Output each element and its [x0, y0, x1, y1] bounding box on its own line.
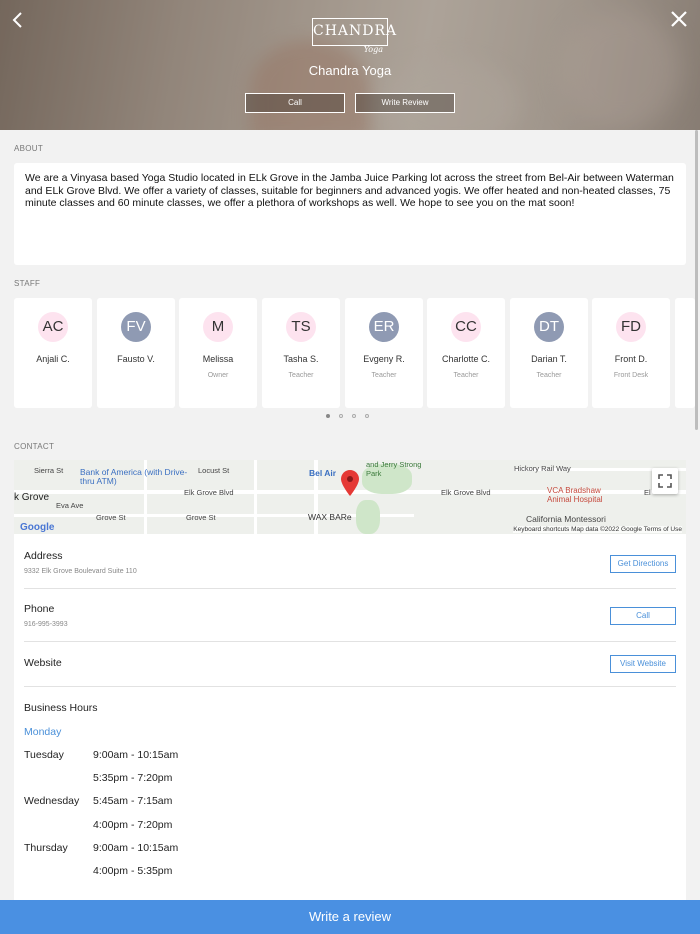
hours-day: Wednesday: [24, 795, 80, 807]
contact-label: CONTACT: [14, 442, 55, 451]
staff-role: Teacher: [371, 372, 397, 379]
website-row: Website Visit Website: [24, 643, 676, 687]
staff-carousel[interactable]: AC Anjali C. FV Fausto V. M Melissa Owne…: [14, 298, 700, 408]
avatar: AC: [38, 312, 68, 342]
staff-card[interactable]: M Melissa Owner: [179, 298, 257, 408]
address-value: 9332 Elk Grove Boulevard Suite 110: [24, 568, 137, 575]
phone-title: Phone: [24, 603, 55, 615]
close-icon[interactable]: [666, 6, 692, 32]
about-card: We are a Vinyasa based Yoga Studio locat…: [14, 163, 686, 265]
hours-time: 9:00am - 10:15am: [93, 842, 179, 854]
staff-card[interactable]: ER Evgeny R. Teacher: [345, 298, 423, 408]
map-attribution[interactable]: Keyboard shortcuts Map data ©2022 Google…: [513, 526, 682, 533]
staff-card[interactable]: TS Tasha S. Teacher: [262, 298, 340, 408]
staff-name: Front D.: [614, 354, 648, 364]
location-map[interactable]: Sierra St Bank of America (with Drive-th…: [14, 460, 686, 534]
avatar: CC: [451, 312, 481, 342]
staff-name: Anjali C.: [36, 354, 70, 364]
staff-name: Evgeny R.: [363, 354, 405, 364]
scroll-content[interactable]: ABOUT We are a Vinyasa based Yoga Studio…: [0, 130, 700, 900]
hours-day: Tuesday: [24, 749, 64, 761]
staff-card[interactable]: FV Fausto V.: [97, 298, 175, 408]
page-dot[interactable]: [339, 414, 343, 418]
logo-text: CHANDRA: [313, 23, 398, 39]
hero-header: CHANDRA Yoga Chandra Yoga Call Write Rev…: [0, 0, 700, 130]
hours-time: 5:45am - 7:15am: [93, 795, 173, 807]
avatar: ER: [369, 312, 399, 342]
staff-role: Teacher: [453, 372, 479, 379]
address-title: Address: [24, 550, 63, 562]
hours-time: 4:00pm - 5:35pm: [93, 865, 173, 877]
page-dot[interactable]: [352, 414, 356, 418]
call-button[interactable]: Call: [245, 93, 345, 113]
carousel-pagination[interactable]: [326, 414, 369, 418]
staff-name: Tasha S.: [283, 354, 319, 364]
get-directions-button[interactable]: Get Directions: [610, 555, 676, 573]
page-dot[interactable]: [365, 414, 369, 418]
business-hours-title: Business Hours: [24, 702, 98, 714]
map-fullscreen-button[interactable]: [652, 468, 678, 494]
visit-website-button[interactable]: Visit Website: [610, 655, 676, 673]
staff-name: Melissa: [202, 354, 234, 364]
staff-label: STAFF: [14, 279, 41, 288]
hours-day: Thursday: [24, 842, 68, 854]
hours-time: 4:00pm - 7:20pm: [93, 819, 173, 831]
phone-value[interactable]: 916-995-3993: [24, 621, 68, 628]
studio-logo: CHANDRA Yoga: [312, 18, 398, 54]
staff-card[interactable]: AC Anjali C.: [14, 298, 92, 408]
hours-time: 9:00am - 10:15am: [93, 749, 179, 761]
phone-call-button[interactable]: Call: [610, 607, 676, 625]
staff-role: Teacher: [288, 372, 314, 379]
hours-time: 5:35pm - 7:20pm: [93, 772, 173, 784]
staff-card[interactable]: FD Front D. Front Desk: [592, 298, 670, 408]
map-pin-icon[interactable]: [341, 470, 359, 496]
staff-card[interactable]: DT Darian T. Teacher: [510, 298, 588, 408]
fullscreen-icon: [658, 474, 672, 488]
logo-script: Yoga: [363, 45, 383, 54]
staff-role: Front Desk: [613, 372, 649, 379]
avatar: M: [203, 312, 233, 342]
page-dot[interactable]: [326, 414, 330, 418]
staff-card-partial[interactable]: [675, 298, 695, 408]
avatar: FD: [616, 312, 646, 342]
google-logo: Google: [20, 522, 55, 533]
address-row: Address 9332 Elk Grove Boulevard Suite 1…: [24, 534, 676, 589]
staff-role: Owner: [207, 372, 229, 379]
contact-card: Address 9332 Elk Grove Boulevard Suite 1…: [14, 534, 686, 900]
phone-row: Phone 916-995-3993 Call: [24, 590, 676, 642]
write-a-review-button[interactable]: Write a review: [0, 900, 700, 934]
staff-name: Fausto V.: [117, 354, 155, 364]
avatar: TS: [286, 312, 316, 342]
back-chevron-icon[interactable]: [6, 8, 30, 32]
about-text: We are a Vinyasa based Yoga Studio locat…: [25, 172, 674, 209]
hours-today[interactable]: Monday: [24, 726, 61, 738]
write-review-button[interactable]: Write Review: [355, 93, 455, 113]
staff-role: Teacher: [536, 372, 562, 379]
avatar: FV: [121, 312, 151, 342]
about-label: ABOUT: [14, 144, 44, 153]
studio-name: Chandra Yoga: [308, 63, 392, 78]
avatar: DT: [534, 312, 564, 342]
staff-name: Charlotte C.: [441, 354, 491, 364]
staff-card[interactable]: CC Charlotte C. Teacher: [427, 298, 505, 408]
staff-name: Darian T.: [531, 354, 567, 364]
website-title: Website: [24, 657, 62, 669]
